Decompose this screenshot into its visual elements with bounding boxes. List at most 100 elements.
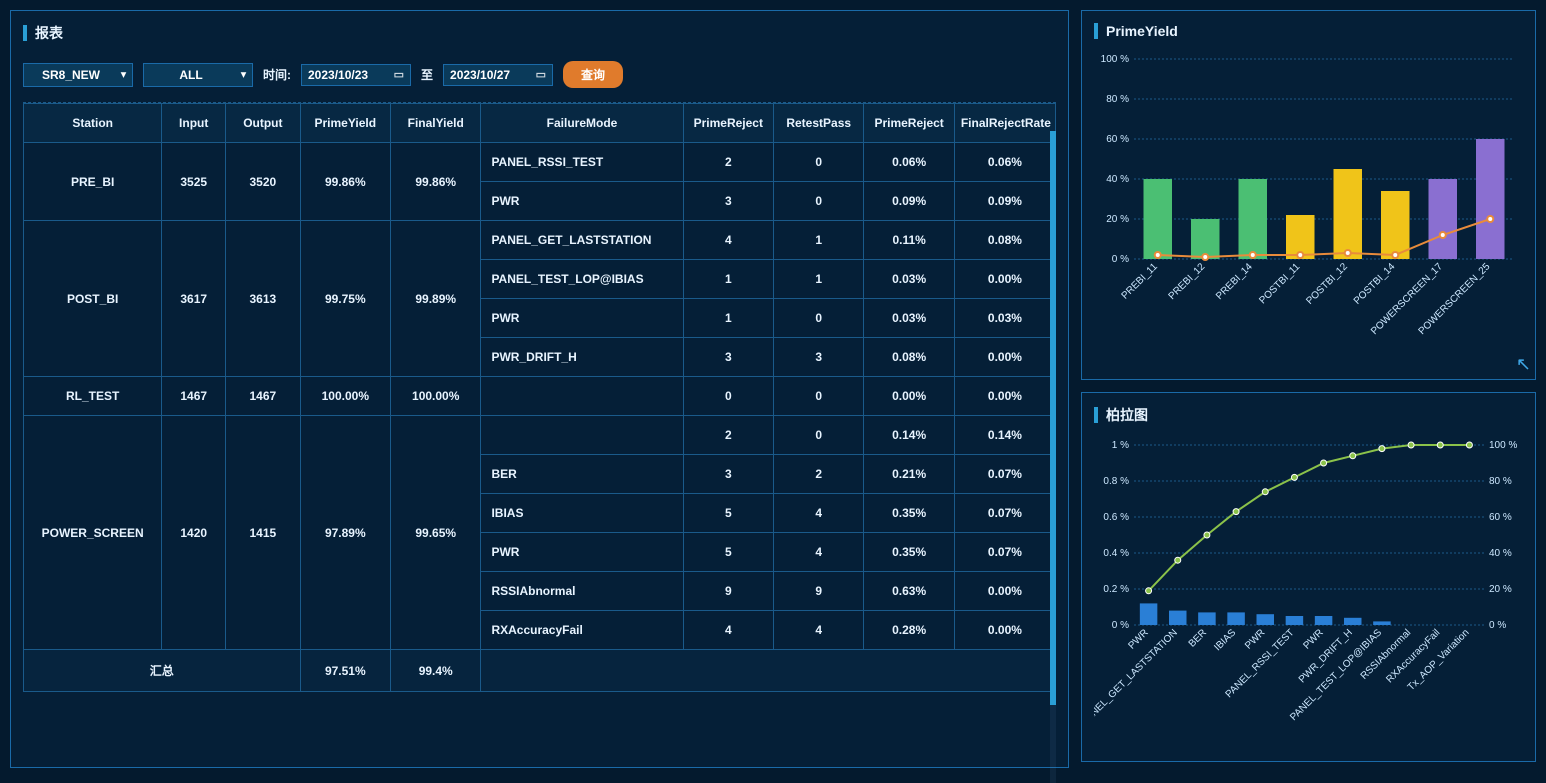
cell-rp: 0 bbox=[774, 377, 864, 416]
cell-primeyield: 99.75% bbox=[300, 221, 390, 377]
header-accent bbox=[1094, 407, 1098, 423]
report-panel: 报表 SR8_NEW ▾ ALL ▾ 时间: 2023/10/23 ▭ 至 20… bbox=[10, 10, 1069, 768]
pareto-panel: 柏拉图 0 %0.2 %0.4 %0.6 %0.8 %1 %0 %20 %40 … bbox=[1081, 392, 1536, 762]
cell-pr: 5 bbox=[683, 533, 773, 572]
cell-failuremode: PWR bbox=[481, 533, 683, 572]
cell-frr: 0.00% bbox=[954, 377, 1055, 416]
cell-frr: 0.07% bbox=[954, 494, 1055, 533]
cell-pr2: 0.21% bbox=[864, 455, 954, 494]
cell-rp: 2 bbox=[774, 455, 864, 494]
scope-select[interactable]: ALL ▾ bbox=[143, 63, 253, 87]
svg-text:POSTBI_12: POSTBI_12 bbox=[1304, 261, 1350, 307]
col-failuremode: FailureMode bbox=[481, 104, 683, 143]
cell-failuremode: PWR_DRIFT_H bbox=[481, 338, 683, 377]
svg-text:IBIAS: IBIAS bbox=[1212, 627, 1238, 653]
svg-text:60 %: 60 % bbox=[1106, 134, 1129, 145]
svg-text:POSTBI_14: POSTBI_14 bbox=[1352, 261, 1398, 307]
table-row: POST_BI3617361399.75%99.89%PANEL_GET_LAS… bbox=[24, 221, 1056, 260]
cell-pr2: 0.11% bbox=[864, 221, 954, 260]
cell-output: 3613 bbox=[226, 221, 300, 377]
summary-primeyield: 97.51% bbox=[300, 650, 390, 692]
cell-pr: 3 bbox=[683, 455, 773, 494]
cell-output: 1415 bbox=[226, 416, 300, 650]
cell-failuremode: RXAccuracyFail bbox=[481, 611, 683, 650]
cell-input: 1420 bbox=[162, 416, 226, 650]
summary-row: 汇总97.51%99.4% bbox=[24, 650, 1056, 692]
col-finalrejectrate: FinalRejectRate bbox=[954, 104, 1055, 143]
cell-pr2: 0.35% bbox=[864, 533, 954, 572]
cell-station: POST_BI bbox=[24, 221, 162, 377]
header-accent bbox=[1094, 23, 1098, 39]
table-row: PRE_BI3525352099.86%99.86%PANEL_RSSI_TES… bbox=[24, 143, 1056, 182]
calendar-icon: ▭ bbox=[536, 68, 546, 81]
scrollbar[interactable] bbox=[1050, 131, 1056, 783]
summary-empty bbox=[481, 650, 1056, 692]
header-accent bbox=[23, 25, 27, 41]
col-station: Station bbox=[24, 104, 162, 143]
cell-pr2: 0.63% bbox=[864, 572, 954, 611]
svg-text:80 %: 80 % bbox=[1106, 94, 1129, 105]
cursor-icon: ↖ bbox=[1516, 354, 1531, 375]
cell-rp: 4 bbox=[774, 533, 864, 572]
summary-label: 汇总 bbox=[24, 650, 301, 692]
cell-rp: 0 bbox=[774, 416, 864, 455]
cell-finalyield: 100.00% bbox=[391, 377, 481, 416]
cell-frr: 0.00% bbox=[954, 260, 1055, 299]
report-table: Station Input Output PrimeYield FinalYie… bbox=[23, 103, 1056, 692]
cell-pr: 2 bbox=[683, 416, 773, 455]
col-retestpass: RetestPass bbox=[774, 104, 864, 143]
cell-failuremode bbox=[481, 416, 683, 455]
date-from-input[interactable]: 2023/10/23 ▭ bbox=[301, 64, 411, 86]
svg-text:PWR: PWR bbox=[1301, 627, 1325, 651]
cell-frr: 0.00% bbox=[954, 338, 1055, 377]
cell-frr: 0.08% bbox=[954, 221, 1055, 260]
cell-rp: 0 bbox=[774, 182, 864, 221]
cell-pr: 1 bbox=[683, 299, 773, 338]
cell-pr2: 0.14% bbox=[864, 416, 954, 455]
cell-finalyield: 99.86% bbox=[391, 143, 481, 221]
primeyield-chart: 0 %20 %40 %60 %80 %100 %PREBI_11PREBI_12… bbox=[1094, 49, 1523, 349]
cell-pr2: 0.09% bbox=[864, 182, 954, 221]
svg-text:0.2 %: 0.2 % bbox=[1103, 584, 1129, 595]
source-select[interactable]: SR8_NEW ▾ bbox=[23, 63, 133, 87]
cell-pr2: 0.06% bbox=[864, 143, 954, 182]
date-from-value: 2023/10/23 bbox=[308, 68, 368, 82]
query-button[interactable]: 查询 bbox=[563, 61, 623, 88]
svg-text:0 %: 0 % bbox=[1112, 254, 1129, 265]
cell-pr2: 0.28% bbox=[864, 611, 954, 650]
cell-failuremode: PWR bbox=[481, 182, 683, 221]
svg-text:100 %: 100 % bbox=[1101, 54, 1129, 65]
cell-pr: 2 bbox=[683, 143, 773, 182]
cell-failuremode: RSSIAbnormal bbox=[481, 572, 683, 611]
cell-failuremode: BER bbox=[481, 455, 683, 494]
cell-frr: 0.07% bbox=[954, 455, 1055, 494]
cell-pr: 5 bbox=[683, 494, 773, 533]
col-primereject: PrimeReject bbox=[683, 104, 773, 143]
cell-primeyield: 100.00% bbox=[300, 377, 390, 416]
scrollbar-thumb[interactable] bbox=[1050, 131, 1056, 705]
cell-pr2: 0.35% bbox=[864, 494, 954, 533]
cell-station: PRE_BI bbox=[24, 143, 162, 221]
cell-rp: 4 bbox=[774, 611, 864, 650]
cell-frr: 0.00% bbox=[954, 572, 1055, 611]
table-row: RL_TEST14671467100.00%100.00%000.00%0.00… bbox=[24, 377, 1056, 416]
cell-frr: 0.09% bbox=[954, 182, 1055, 221]
svg-text:40 %: 40 % bbox=[1106, 174, 1129, 185]
date-to-input[interactable]: 2023/10/27 ▭ bbox=[443, 64, 553, 86]
date-to-value: 2023/10/27 bbox=[450, 68, 510, 82]
cell-pr: 0 bbox=[683, 377, 773, 416]
cell-input: 3525 bbox=[162, 143, 226, 221]
cell-pr: 4 bbox=[683, 221, 773, 260]
svg-text:40 %: 40 % bbox=[1489, 548, 1512, 559]
cell-failuremode: PANEL_GET_LASTSTATION bbox=[481, 221, 683, 260]
cell-rp: 1 bbox=[774, 221, 864, 260]
col-primereject2: PrimeReject bbox=[864, 104, 954, 143]
svg-text:20 %: 20 % bbox=[1106, 214, 1129, 225]
report-title: 报表 bbox=[35, 23, 63, 43]
cell-pr: 3 bbox=[683, 182, 773, 221]
svg-text:PREBI_12: PREBI_12 bbox=[1167, 261, 1208, 302]
filter-row: SR8_NEW ▾ ALL ▾ 时间: 2023/10/23 ▭ 至 2023/… bbox=[23, 53, 1056, 103]
svg-text:PREBI_14: PREBI_14 bbox=[1214, 261, 1255, 302]
cell-frr: 0.03% bbox=[954, 299, 1055, 338]
cell-pr: 1 bbox=[683, 260, 773, 299]
